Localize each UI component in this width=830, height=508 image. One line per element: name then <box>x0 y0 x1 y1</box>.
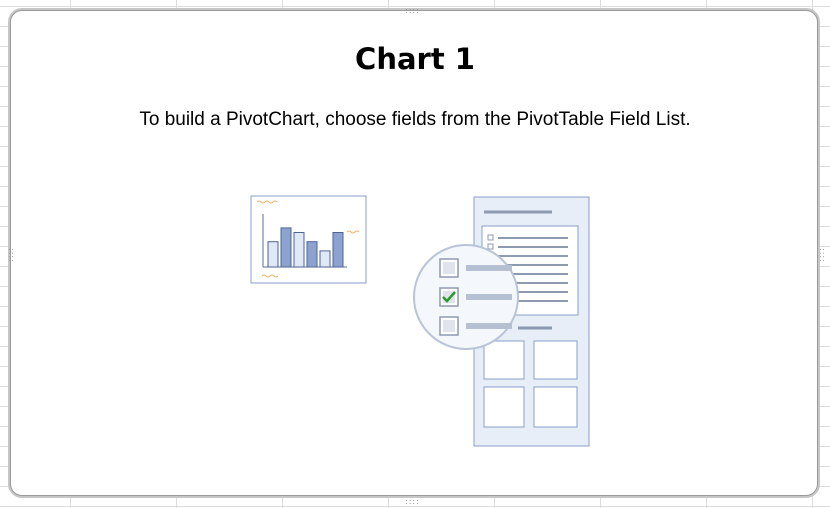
checkbox-inner <box>443 320 455 332</box>
field-checkbox-mini <box>487 234 494 241</box>
mini-chart-bar <box>332 232 344 268</box>
layout-area-box <box>483 340 525 380</box>
mini-chart-bar <box>293 232 305 268</box>
mini-chart-bar <box>319 250 331 268</box>
magnifier-checklist-icon <box>413 244 519 350</box>
mini-chart-bar <box>306 241 318 268</box>
pivotchart-illustration <box>250 195 590 447</box>
layout-area-box <box>533 386 578 428</box>
mini-chart-icon <box>250 195 367 284</box>
mini-chart-bar <box>267 241 279 268</box>
layout-area-box <box>483 386 525 428</box>
checkbox-inner <box>443 262 455 274</box>
mini-chart-bar <box>280 227 292 268</box>
field-checkbox-mini <box>487 243 494 250</box>
layout-area-box <box>533 340 578 380</box>
